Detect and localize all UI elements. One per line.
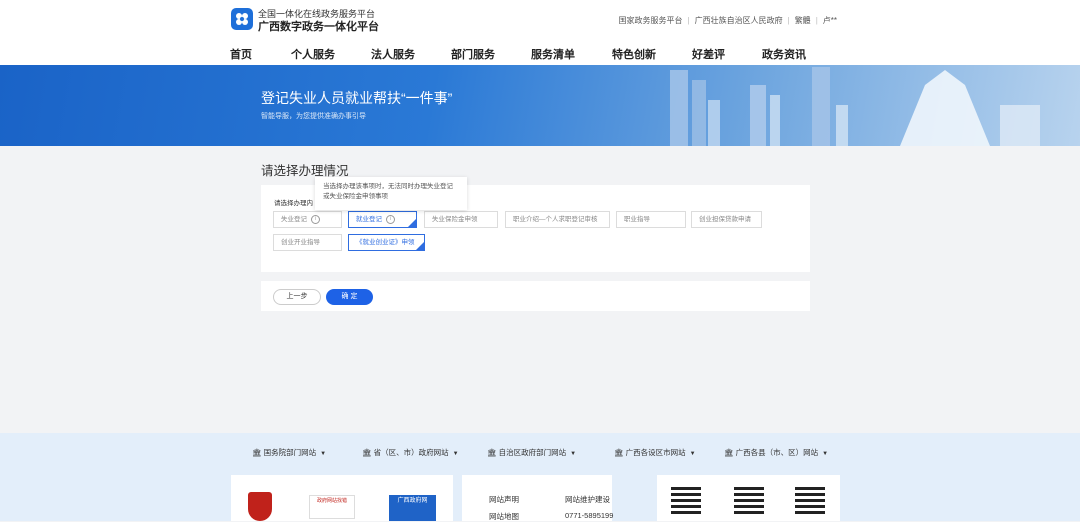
nav-special[interactable]: 特色创新 bbox=[612, 46, 656, 62]
caret-down-icon: ▼ bbox=[822, 451, 829, 457]
option-label: 创业开业指导 bbox=[281, 239, 320, 246]
building-icon: 🏛 bbox=[362, 448, 372, 457]
site-map-link[interactable]: 网站地图 bbox=[489, 511, 519, 522]
prev-button[interactable]: 上一步 bbox=[273, 289, 321, 305]
option-label: 《就业创业证》申领 bbox=[356, 239, 415, 246]
selected-check-icon bbox=[416, 242, 424, 250]
building-icon: 🏛 bbox=[724, 448, 734, 457]
main-nav: 首页 个人服务 法人服务 部门服务 服务清单 特色创新 好差评 政务资讯 bbox=[0, 44, 1080, 64]
link-gx-government[interactable]: 广西壮族自治区人民政府 bbox=[690, 15, 788, 26]
site-statement-link[interactable]: 网站声明 bbox=[489, 494, 519, 505]
info-icon[interactable]: i bbox=[311, 214, 320, 224]
footer-badges-card: 政府网站找错 广西政府网 bbox=[231, 475, 453, 521]
selected-check-icon bbox=[408, 219, 416, 227]
banner-title: 登记失业人员就业帮扶“一件事” bbox=[261, 90, 453, 106]
link-traditional[interactable]: 繁體 bbox=[790, 15, 816, 26]
footer-link-departments[interactable]: 🏛 自治区政府部门网站 ▼ bbox=[487, 447, 576, 458]
info-icon[interactable]: i bbox=[386, 214, 395, 224]
option-unemployment-registration[interactable]: 失业登记 i bbox=[273, 211, 342, 228]
option-career-guidance[interactable]: 职业指导 bbox=[616, 211, 686, 228]
footer-link-label: 省（区、市）政府网站 bbox=[373, 448, 449, 457]
option-employment-registration[interactable]: 就业登记 i bbox=[348, 211, 417, 228]
nav-legal[interactable]: 法人服务 bbox=[371, 46, 415, 62]
gx-gov-badge[interactable]: 广西政府网 bbox=[389, 495, 436, 521]
platform-title: 广西数字政务一体化平台 bbox=[258, 21, 379, 33]
option-startup-loan[interactable]: 创业担保贷款申请 bbox=[691, 211, 762, 228]
footer-link-label: 广西各设区市网站 bbox=[625, 448, 686, 457]
footer-link-counties[interactable]: 🏛 广西各县（市、区）网站 ▼ bbox=[724, 447, 828, 458]
badge-label: 广西政府网 bbox=[397, 498, 428, 504]
badge-label: 政府网站找错 bbox=[316, 498, 347, 504]
option-unemployment-insurance[interactable]: 失业保险金申领 bbox=[424, 211, 498, 228]
option-label: 创业担保贷款申请 bbox=[699, 216, 751, 223]
city-skyline-image bbox=[670, 67, 1040, 146]
party-emblem-icon[interactable] bbox=[248, 492, 272, 521]
site-header: 全国一体化在线政务服务平台 广西数字政务一体化平台 国家政务服务平台 | 广西壮族… bbox=[0, 0, 1080, 65]
option-tooltip: 当选择办理该事项时，无法同时办理失业登记或失业保险金申领事项 bbox=[315, 177, 467, 210]
footer-site-card: 网站声明 网站维护建设 网站地图 0771-5895199 bbox=[462, 475, 614, 522]
nav-department[interactable]: 部门服务 bbox=[451, 46, 495, 62]
footer-link-label: 自治区政府部门网站 bbox=[498, 448, 567, 457]
option-job-seeker-registration[interactable]: 职业介绍—个人求职登记审核 bbox=[505, 211, 610, 228]
footer-link-label: 国务院部门网站 bbox=[263, 448, 317, 457]
building-icon: 🏛 bbox=[487, 448, 497, 457]
nav-review[interactable]: 好差评 bbox=[692, 46, 725, 62]
options-label: 请选择办理内 bbox=[274, 200, 313, 207]
gov-error-badge[interactable]: 政府网站找错 bbox=[309, 495, 355, 519]
footer-link-cities[interactable]: 🏛 广西各设区市网站 ▼ bbox=[614, 447, 696, 458]
footer-link-provinces[interactable]: 🏛 省（区、市）政府网站 ▼ bbox=[362, 447, 459, 458]
caret-down-icon: ▼ bbox=[452, 451, 459, 457]
nav-news[interactable]: 政务资讯 bbox=[762, 46, 806, 62]
building-icon: 🏛 bbox=[252, 448, 262, 457]
top-links: 国家政务服务平台 | 广西壮族自治区人民政府 | 繁體 | 卢** bbox=[614, 15, 842, 26]
hero-banner: 登记失业人员就业帮扶“一件事” 智能导服，为您提供准确办事引导 bbox=[0, 65, 1080, 146]
option-label: 职业指导 bbox=[624, 216, 650, 223]
caret-down-icon: ▼ bbox=[689, 451, 696, 457]
logo-icon[interactable] bbox=[231, 8, 253, 30]
building-icon: 🏛 bbox=[614, 448, 624, 457]
footer-link-state-council[interactable]: 🏛 国务院部门网站 ▼ bbox=[252, 447, 326, 458]
banner-subtitle: 智能导服，为您提供准确办事引导 bbox=[261, 113, 366, 120]
nav-home[interactable]: 首页 bbox=[230, 46, 252, 62]
qr-code-image bbox=[671, 484, 701, 514]
option-label: 就业登记 bbox=[356, 216, 382, 223]
qr-code-image bbox=[734, 484, 764, 514]
link-national-platform[interactable]: 国家政务服务平台 bbox=[614, 15, 688, 26]
caret-down-icon: ▼ bbox=[570, 451, 577, 457]
site-phone: 0771-5895199 bbox=[565, 511, 614, 520]
user-name[interactable]: 卢** bbox=[818, 15, 842, 26]
option-employment-certificate[interactable]: 《就业创业证》申领 bbox=[348, 234, 425, 251]
option-label: 失业保险金申领 bbox=[432, 216, 478, 223]
option-startup-guidance[interactable]: 创业开业指导 bbox=[273, 234, 342, 251]
caret-down-icon: ▼ bbox=[320, 451, 327, 457]
nav-personal[interactable]: 个人服务 bbox=[291, 46, 335, 62]
site-maintenance-link[interactable]: 网站维护建设 bbox=[565, 494, 610, 505]
option-label: 职业介绍—个人求职登记审核 bbox=[513, 216, 598, 223]
qr-code-image bbox=[795, 484, 825, 514]
option-label: 失业登记 bbox=[281, 216, 307, 223]
confirm-button[interactable]: 确 定 bbox=[326, 289, 373, 305]
footer-link-label: 广西各县（市、区）网站 bbox=[735, 448, 819, 457]
nav-service-list[interactable]: 服务清单 bbox=[531, 46, 575, 62]
